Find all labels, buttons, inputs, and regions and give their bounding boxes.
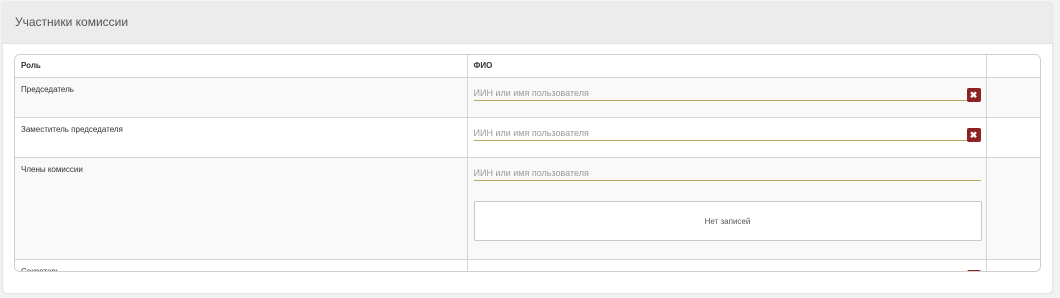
fio-cell: ✖ xyxy=(466,259,987,271)
members-list-empty: Нет записей xyxy=(473,201,982,241)
table-row-chairman: Председатель ✖ xyxy=(15,77,1040,118)
role-cell: Секретарь xyxy=(15,259,468,271)
user-search-field xyxy=(473,166,981,181)
members-search-input[interactable] xyxy=(473,166,981,180)
table-header-row: Роль ФИО xyxy=(15,55,1040,78)
commission-members-panel: Участники комиссии Роль ФИО Председатель… xyxy=(3,3,1052,293)
fio-cell: ✖ xyxy=(466,117,987,158)
user-search-field: ✖ xyxy=(473,268,981,271)
table-row-deputy: Заместитель председателя ✖ xyxy=(15,117,1040,158)
panel-title: Участники комиссии xyxy=(3,3,1052,44)
close-icon: ✖ xyxy=(969,89,978,100)
user-search-field: ✖ xyxy=(473,126,981,142)
table-row-secretary: Секретарь ✖ xyxy=(15,259,1040,271)
members-table: Роль ФИО Председатель ✖ Заместитель пред… xyxy=(14,54,1041,272)
role-cell: Председатель xyxy=(15,77,468,118)
delete-button[interactable]: ✖ xyxy=(966,128,981,142)
fio-cell: ✖ xyxy=(466,77,987,118)
column-header-role: Роль xyxy=(15,55,468,78)
actions-cell xyxy=(985,77,1040,118)
actions-cell xyxy=(985,259,1040,271)
actions-cell xyxy=(985,157,1040,260)
table-row-members: Члены комиссии Нет записей xyxy=(15,157,1040,260)
fio-cell: Нет записей xyxy=(466,157,987,260)
empty-state-text: Нет записей xyxy=(704,216,751,226)
delete-button[interactable]: ✖ xyxy=(966,88,981,102)
actions-cell xyxy=(985,117,1040,158)
column-header-actions xyxy=(985,55,1040,78)
role-cell: Члены комиссии xyxy=(15,157,468,260)
secretary-search-input[interactable] xyxy=(473,268,967,271)
role-cell: Заместитель председателя xyxy=(15,117,468,158)
column-header-fio: ФИО xyxy=(466,55,987,78)
chairman-search-input[interactable] xyxy=(473,86,967,100)
close-icon: ✖ xyxy=(969,129,978,140)
deputy-search-input[interactable] xyxy=(473,126,967,140)
delete-button[interactable]: ✖ xyxy=(966,270,981,271)
user-search-field: ✖ xyxy=(473,86,981,102)
